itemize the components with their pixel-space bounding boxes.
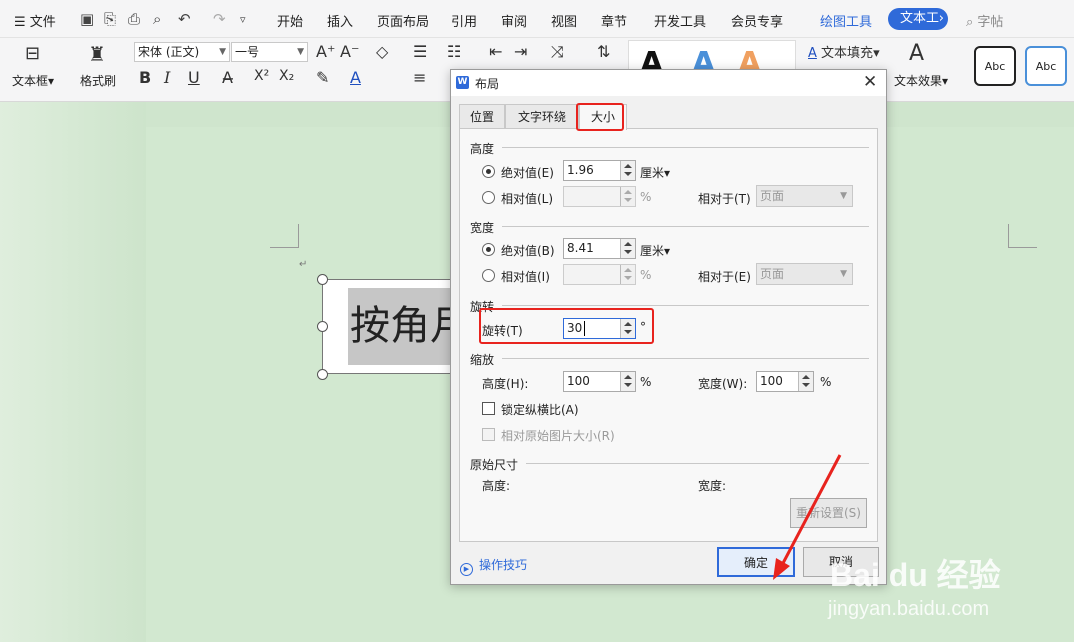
annotation-arrow: [773, 454, 842, 580]
highlight-box-tab: [576, 103, 624, 131]
watermark-url: jingyan.baidu.com: [828, 598, 990, 620]
watermark-logo: Bai du 经验: [830, 557, 1001, 593]
arrow-head: [773, 558, 790, 580]
